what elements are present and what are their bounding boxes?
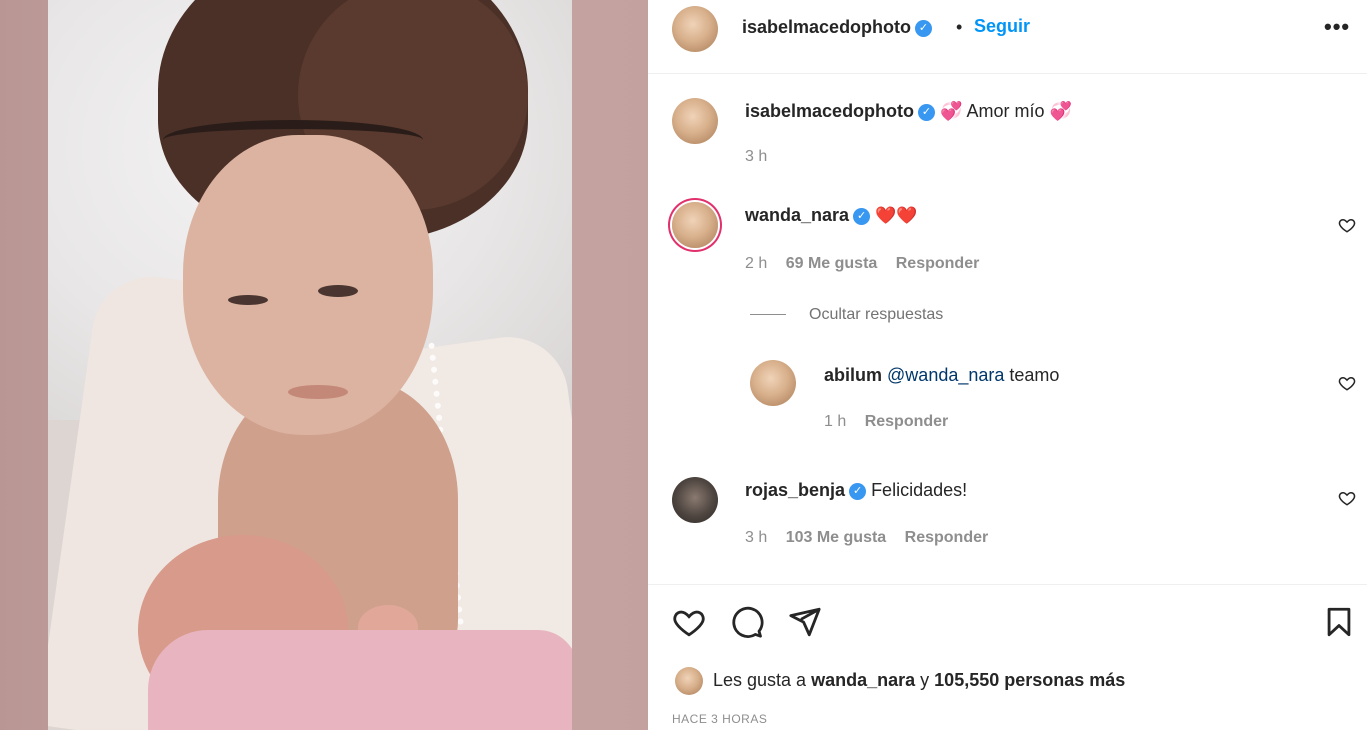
verified-icon: ✓ bbox=[915, 19, 933, 37]
reply-reply-button[interactable]: Responder bbox=[865, 413, 949, 430]
post-timestamp[interactable]: HACE 3 HORAS bbox=[672, 712, 767, 726]
likes-summary: Les gusta a wanda_nara y 105,550 persona… bbox=[713, 670, 1126, 690]
verified-icon: ✓ bbox=[849, 482, 867, 500]
comment-time[interactable]: 2 h bbox=[745, 255, 767, 272]
comment-like-heart-icon[interactable] bbox=[1338, 489, 1356, 507]
likes-avatar[interactable] bbox=[675, 667, 703, 695]
comment-time[interactable]: 3 h bbox=[745, 529, 767, 546]
comment-avatar-rojas[interactable] bbox=[672, 477, 718, 523]
reply-button[interactable]: Responder bbox=[905, 529, 989, 546]
author-avatar[interactable] bbox=[672, 6, 718, 52]
caption-time[interactable]: 3 h bbox=[745, 148, 767, 166]
replies-divider bbox=[750, 314, 786, 315]
comment-icon[interactable] bbox=[730, 605, 764, 639]
author-username[interactable]: isabelmacedophoto ✓ bbox=[742, 17, 933, 38]
comment-wanda: wanda_nara ✓ ❤️❤️ bbox=[745, 205, 917, 226]
caption-text: isabelmacedophoto ✓ 💞 Amor mío 💞 bbox=[745, 101, 1072, 122]
comment-text: Felicidades! bbox=[871, 480, 968, 500]
comment-meta: 3 h 103 Me gusta Responder bbox=[745, 529, 988, 547]
verified-icon: ✓ bbox=[853, 207, 871, 225]
more-icon[interactable]: ••• bbox=[1324, 14, 1350, 40]
reply-text: teamo bbox=[1009, 365, 1060, 385]
post-sidebar: isabelmacedophoto ✓ • Seguir ••• isabelma… bbox=[648, 0, 1367, 730]
reply-button[interactable]: Responder bbox=[896, 255, 980, 272]
separator-dot: • bbox=[956, 17, 963, 37]
post-header: isabelmacedophoto ✓ • Seguir ••• bbox=[648, 0, 1367, 74]
comment-username[interactable]: wanda_nara bbox=[745, 205, 849, 225]
verified-icon: ✓ bbox=[918, 103, 936, 121]
actions-divider bbox=[648, 584, 1367, 585]
reply-mention[interactable]: @wanda_nara bbox=[887, 365, 1004, 385]
comment-likes[interactable]: 103 Me gusta bbox=[786, 529, 886, 546]
caption-body: Amor mío bbox=[966, 101, 1045, 121]
reply-avatar-abilum[interactable] bbox=[750, 360, 796, 406]
likes-count[interactable]: 105,550 personas más bbox=[934, 670, 1125, 690]
reply-username[interactable]: abilum bbox=[824, 365, 882, 385]
follow-button[interactable]: Seguir bbox=[974, 16, 1030, 37]
caption-emoji-left: 💞 bbox=[940, 101, 963, 121]
comment-meta: 2 h 69 Me gusta Responder bbox=[745, 255, 979, 273]
comment-username[interactable]: rojas_benja bbox=[745, 480, 845, 500]
comment-likes[interactable]: 69 Me gusta bbox=[786, 255, 878, 272]
hide-replies-button[interactable]: Ocultar respuestas bbox=[809, 306, 943, 324]
caption-avatar[interactable] bbox=[672, 98, 718, 144]
reply-like-heart-icon[interactable] bbox=[1338, 374, 1356, 392]
comment-avatar-wanda[interactable] bbox=[672, 202, 718, 248]
likes-user[interactable]: wanda_nara bbox=[811, 670, 915, 690]
post-photo[interactable] bbox=[48, 0, 572, 730]
share-icon[interactable] bbox=[788, 605, 822, 639]
comment-rojas: rojas_benja ✓ Felicidades! bbox=[745, 480, 967, 501]
caption-username[interactable]: isabelmacedophoto bbox=[745, 101, 914, 121]
comment-like-heart-icon[interactable] bbox=[1338, 216, 1356, 234]
post-media bbox=[0, 0, 648, 730]
reply-time[interactable]: 1 h bbox=[824, 413, 846, 430]
reply-meta: 1 h Responder bbox=[824, 413, 948, 431]
heart-icon[interactable] bbox=[672, 605, 706, 639]
reply-abilum: abilum @wanda_nara teamo bbox=[824, 365, 1059, 386]
comment-text: ❤️❤️ bbox=[875, 206, 918, 225]
save-icon[interactable] bbox=[1322, 605, 1356, 639]
caption-emoji-right: 💞 bbox=[1049, 101, 1072, 121]
